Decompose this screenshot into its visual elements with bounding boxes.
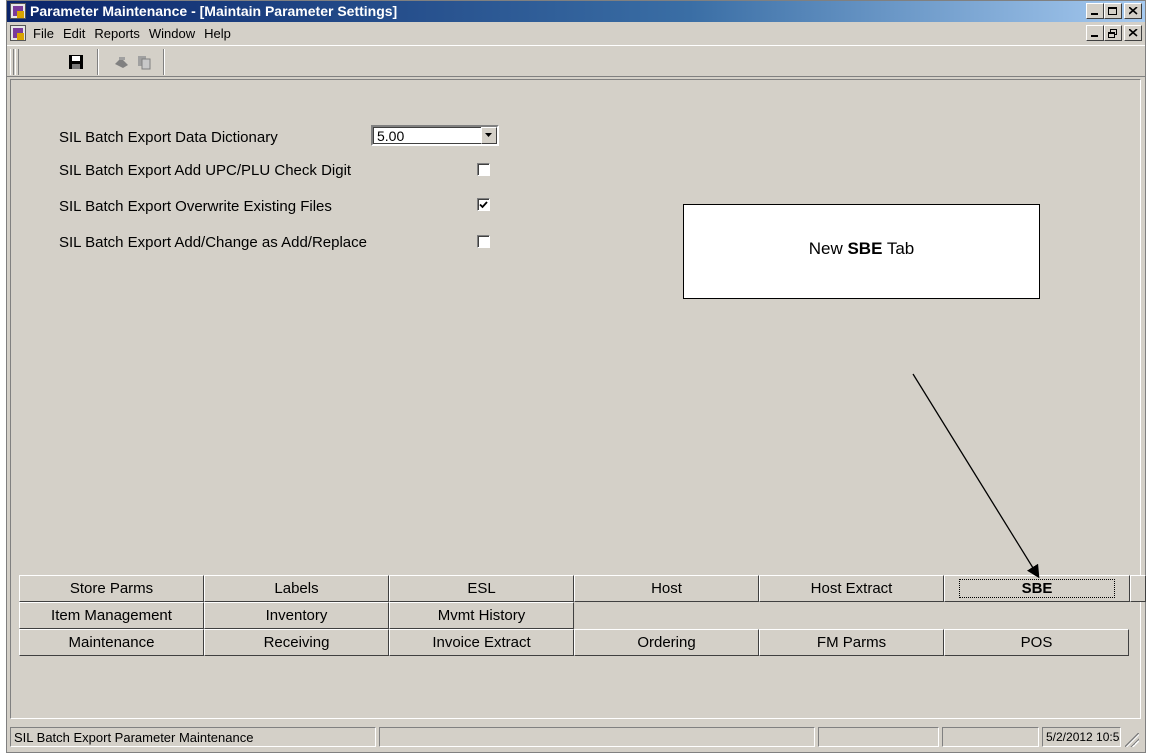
- menu-reports[interactable]: Reports: [94, 25, 140, 42]
- callout-box: New SBE Tab: [683, 204, 1040, 299]
- close-button[interactable]: [1124, 3, 1142, 19]
- tab-host-extract[interactable]: Host Extract: [759, 575, 944, 602]
- toolbar: [7, 45, 1145, 77]
- status-pane: [379, 727, 815, 747]
- close-icon: [1128, 29, 1138, 37]
- cut-icon: [115, 57, 128, 68]
- data-dictionary-label: SIL Batch Export Data Dictionary: [59, 129, 278, 146]
- app-icon[interactable]: [10, 3, 26, 19]
- callout-suffix: Tab: [882, 239, 915, 258]
- callout-text: New SBE Tab: [684, 239, 1039, 259]
- tab-receiving[interactable]: Receiving: [204, 629, 389, 656]
- check-digit-label: SIL Batch Export Add UPC/PLU Check Digit: [59, 162, 352, 179]
- dropdown-button[interactable]: [481, 127, 497, 144]
- toolbar-separator: [163, 49, 165, 75]
- tab-sbe-label: SBE: [958, 579, 1116, 598]
- resize-grip[interactable]: [1125, 733, 1139, 747]
- copy-button[interactable]: [133, 51, 155, 73]
- tab-sbe[interactable]: SBE: [944, 575, 1130, 602]
- status-pane: [942, 727, 1039, 747]
- tab-fm-parms[interactable]: FM Parms: [759, 629, 944, 656]
- add-replace-checkbox[interactable]: [477, 235, 490, 248]
- parameter-panel: SIL Batch Export Data Dictionary 5.00 SI…: [10, 79, 1146, 719]
- menu-bar: File Edit Reports Window Help: [7, 22, 1145, 44]
- toolbar-grip[interactable]: [10, 49, 14, 75]
- maximize-icon: [1108, 6, 1117, 15]
- mdi-minimize-button[interactable]: [1086, 25, 1104, 41]
- tab-row-2: Item Management Inventory Mvmt History: [19, 602, 574, 629]
- mdi-restore-button[interactable]: [1104, 25, 1122, 41]
- tab-store-parms[interactable]: Store Parms: [19, 575, 204, 602]
- title-bar[interactable]: Parameter Maintenance - [Maintain Parame…: [7, 1, 1145, 22]
- status-bar: SIL Batch Export Parameter Maintenance 5…: [10, 725, 1141, 749]
- tab-item-management[interactable]: Item Management: [19, 602, 204, 629]
- mdi-close-button[interactable]: [1124, 25, 1142, 41]
- toolbar-grip[interactable]: [15, 49, 19, 75]
- menu-window[interactable]: Window: [149, 25, 195, 42]
- tab-ordering[interactable]: Ordering: [574, 629, 759, 656]
- tab-row-3: Maintenance Receiving Invoice Extract Or…: [19, 629, 1129, 656]
- status-pane: [818, 727, 939, 747]
- minimize-icon: [1091, 13, 1098, 15]
- cut-button[interactable]: [111, 51, 133, 73]
- caption-buttons: [1086, 3, 1142, 19]
- overwrite-checkbox[interactable]: [477, 198, 490, 211]
- overwrite-label: SIL Batch Export Overwrite Existing File…: [59, 198, 332, 215]
- restore-icon: [1108, 28, 1117, 38]
- toolbar-separator: [97, 49, 99, 75]
- tab-mvmt-history[interactable]: Mvmt History: [389, 602, 574, 629]
- callout-bold: SBE: [847, 239, 883, 258]
- tab-overflow[interactable]: [1130, 575, 1146, 602]
- tab-row-1: Store Parms Labels ESL Host Host Extract…: [19, 575, 1146, 602]
- add-replace-label: SIL Batch Export Add/Change as Add/Repla…: [59, 234, 367, 251]
- status-message: SIL Batch Export Parameter Maintenance: [10, 727, 376, 747]
- app-window: Parameter Maintenance - [Maintain Parame…: [6, 0, 1146, 753]
- tab-labels[interactable]: Labels: [204, 575, 389, 602]
- save-button[interactable]: [65, 51, 87, 73]
- data-dictionary-select[interactable]: 5.00: [371, 125, 499, 146]
- tab-esl[interactable]: ESL: [389, 575, 574, 602]
- document-icon[interactable]: [10, 25, 26, 41]
- chevron-down-icon: [485, 133, 492, 137]
- menu-file[interactable]: File: [33, 25, 54, 42]
- tab-host[interactable]: Host: [574, 575, 759, 602]
- maximize-button[interactable]: [1104, 3, 1122, 19]
- mdi-buttons: [1086, 25, 1142, 41]
- copy-icon: [138, 56, 151, 70]
- tab-invoice-extract[interactable]: Invoice Extract: [389, 629, 574, 656]
- tab-pos[interactable]: POS: [944, 629, 1129, 656]
- minimize-icon: [1091, 35, 1098, 37]
- menu-help[interactable]: Help: [204, 25, 231, 42]
- window-title: Parameter Maintenance - [Maintain Parame…: [30, 3, 398, 19]
- menu-edit[interactable]: Edit: [63, 25, 85, 42]
- checkmark-icon: [479, 200, 488, 208]
- status-datetime: 5/2/2012 10:53 AM: [1042, 727, 1121, 747]
- minimize-button[interactable]: [1086, 3, 1104, 19]
- save-icon: [69, 55, 83, 69]
- close-icon: [1128, 7, 1138, 15]
- check-digit-checkbox[interactable]: [477, 163, 490, 176]
- data-dictionary-value: 5.00: [377, 128, 405, 144]
- tab-maintenance[interactable]: Maintenance: [19, 629, 204, 656]
- tab-inventory[interactable]: Inventory: [204, 602, 389, 629]
- callout-prefix: New: [808, 239, 848, 258]
